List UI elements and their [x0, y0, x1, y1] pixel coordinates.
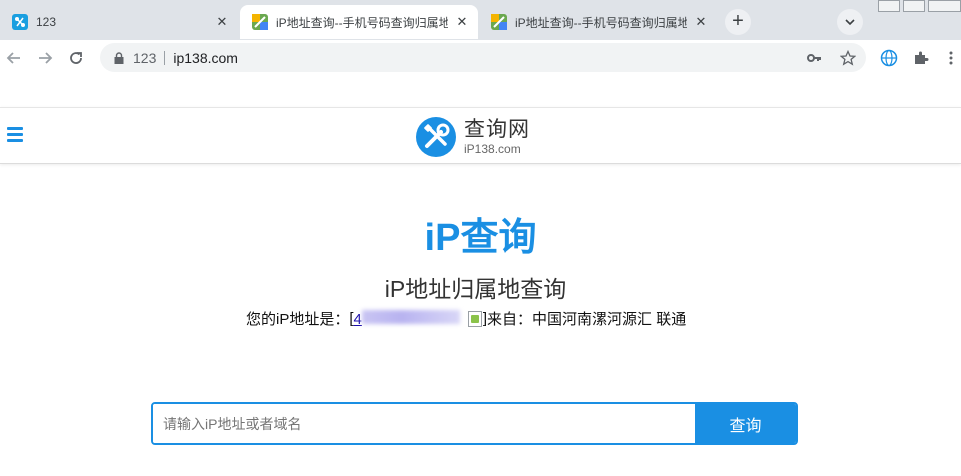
globe-icon: [880, 49, 898, 67]
chevron-down-icon: [845, 19, 855, 26]
tab-123[interactable]: 123 ✕: [0, 5, 238, 39]
address-prefix: 123: [133, 49, 157, 66]
lock-icon[interactable]: [114, 51, 124, 64]
forward-arrow-icon: [39, 52, 53, 64]
address-bar[interactable]: 123 ip138.com: [100, 43, 866, 72]
logo-domain: iP138.com: [464, 142, 521, 156]
address-separator: [164, 50, 166, 65]
puzzle-icon: [915, 51, 929, 64]
tab-strip: 123 ✕ iP地址查询--手机号码查询归属地 ✕ iP地址查询--手机号码查询…: [0, 0, 961, 40]
more-vertical-icon: [949, 51, 953, 65]
tab-search-button[interactable]: [837, 9, 863, 35]
browser-toolbar: 123 ip138.com: [0, 40, 961, 76]
tab-close-icon[interactable]: ✕: [693, 14, 709, 30]
ip-info-line: 您的iP地址是： [ 4 ] 来自：中国河南漯河源汇 联通: [246, 308, 686, 329]
reload-button[interactable]: [66, 48, 86, 68]
search-button[interactable]: 查询: [695, 404, 796, 443]
new-tab-button[interactable]: +: [725, 9, 751, 35]
tab-ip-query-active[interactable]: iP地址查询--手机号码查询归属地 ✕: [240, 5, 478, 39]
back-arrow-icon: [6, 52, 20, 64]
logo-title: 查询网: [464, 118, 530, 141]
tab-title: 123: [36, 15, 57, 29]
menu-button[interactable]: [941, 48, 961, 68]
broken-image-icon: [467, 310, 482, 327]
extensions-button[interactable]: [911, 48, 931, 68]
tab-close-icon[interactable]: ✕: [454, 14, 470, 30]
key-icon[interactable]: [806, 50, 822, 66]
forward-button[interactable]: [35, 48, 55, 68]
reload-icon: [70, 52, 82, 64]
ip138-favicon-icon: [491, 14, 507, 30]
tab-title: iP地址查询--手机号码查询归属地: [515, 15, 687, 30]
tools-logo-icon: [416, 117, 456, 157]
address-url: ip138.com: [173, 49, 238, 66]
close-window-button[interactable]: [928, 0, 961, 12]
tab-close-icon[interactable]: ✕: [214, 14, 230, 30]
ip-search-form: 查询: [151, 402, 798, 445]
bookmark-star-icon[interactable]: [840, 49, 856, 66]
logo-text: 查询网 iP138.com: [464, 119, 530, 155]
translate-extension-button[interactable]: [879, 48, 899, 68]
ip-address-visible: 4: [353, 310, 362, 328]
page-title: iP查询: [424, 217, 537, 259]
ip-prefix-label: 您的iP地址是：: [246, 311, 350, 328]
ip-search-input[interactable]: [153, 404, 695, 443]
ip138-favicon-icon: [252, 14, 268, 30]
ip-address-redacted: [361, 309, 460, 324]
tab-ip-query[interactable]: iP地址查询--手机号码查询归属地 ✕: [479, 5, 717, 39]
site-logo[interactable]: 查询网 iP138.com: [416, 117, 530, 157]
ip-location-text: 来自：中国河南漯河源汇 联通: [487, 311, 687, 328]
back-button[interactable]: [4, 48, 24, 68]
maximize-window-button[interactable]: [903, 0, 925, 12]
tab-title: iP地址查询--手机号码查询归属地: [276, 15, 448, 30]
minimize-window-button[interactable]: [878, 0, 900, 12]
app-favicon-icon: [12, 14, 28, 30]
hamburger-menu-icon[interactable]: [7, 127, 23, 143]
ip-address-link[interactable]: 4: [353, 309, 462, 328]
section-title: iP地址归属地查询: [384, 276, 567, 302]
site-header: 查询网 iP138.com: [0, 107, 961, 164]
